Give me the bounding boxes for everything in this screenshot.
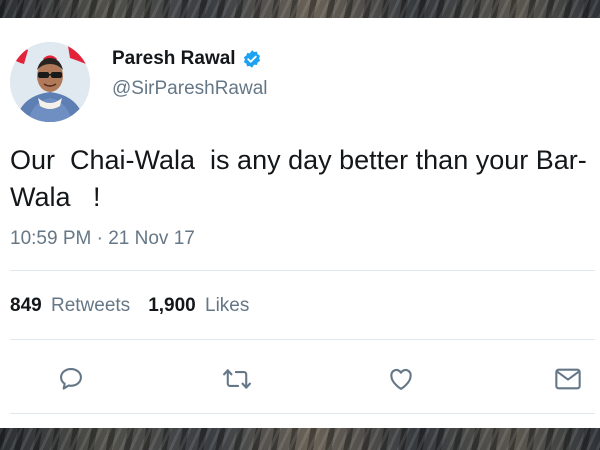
author-name[interactable]: Paresh Rawal: [112, 48, 236, 70]
direct-message-button[interactable]: [553, 364, 583, 394]
likes-stat[interactable]: 1,900 Likes: [148, 295, 249, 317]
retweet-icon: [223, 369, 251, 389]
retweets-stat[interactable]: 849 Retweets: [10, 295, 130, 317]
retweets-count: 849: [10, 295, 42, 316]
author-row: Paresh Rawal: [112, 48, 262, 70]
likes-count: 1,900: [148, 295, 196, 316]
timestamp-separator: ·: [96, 228, 103, 249]
tweet-text: Our Chai-Wala is any day better than you…: [10, 145, 587, 212]
like-button[interactable]: [386, 364, 416, 394]
background-band-top: [0, 0, 600, 18]
divider: [10, 339, 595, 340]
tweet-time: 10:59 PM: [10, 228, 92, 249]
avatar[interactable]: [10, 42, 90, 122]
tweet-timestamp[interactable]: 10:59 PM · 21 Nov 17: [10, 228, 195, 250]
verified-badge-icon: [242, 49, 262, 69]
retweets-label: Retweets: [50, 295, 131, 316]
reply-icon: [60, 368, 82, 390]
divider: [10, 413, 595, 414]
retweet-button[interactable]: [222, 364, 252, 394]
engagement-stats: 849 Retweets 1,900 Likes: [10, 295, 249, 317]
likes-label: Likes: [205, 295, 250, 316]
divider: [10, 270, 595, 271]
background-band-bottom: [0, 428, 600, 450]
tweet-date: 21 Nov 17: [108, 228, 195, 249]
direct-message-icon: [555, 368, 581, 390]
reply-button[interactable]: [56, 364, 86, 394]
author-handle[interactable]: @SirPareshRawal: [112, 78, 268, 100]
like-icon: [390, 368, 412, 390]
tweet-card: Paresh Rawal @SirPareshRawal Our Chai-Wa…: [0, 18, 600, 428]
